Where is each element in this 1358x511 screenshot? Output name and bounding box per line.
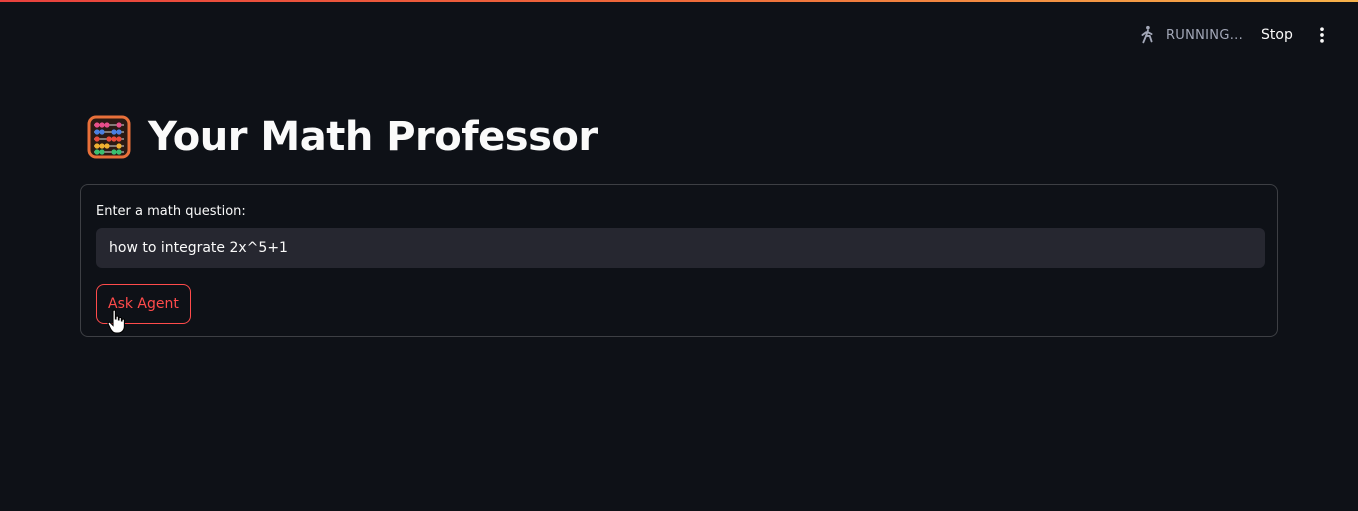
running-status: RUNNING...: [1136, 24, 1243, 46]
question-input[interactable]: [96, 228, 1265, 268]
stop-button[interactable]: Stop: [1253, 24, 1301, 46]
hand-pointer-icon: [107, 309, 125, 334]
status-text: RUNNING...: [1165, 27, 1243, 43]
vertical-ellipsis-icon: [1320, 27, 1324, 43]
page-header: Your Math Professor: [86, 114, 598, 160]
top-status-bar: [0, 0, 1358, 2]
page-title: Your Math Professor: [148, 114, 598, 160]
main-menu-button[interactable]: [1311, 24, 1333, 46]
question-label: Enter a math question:: [96, 204, 246, 219]
running-person-icon: [1141, 25, 1153, 44]
abacus-icon: [87, 115, 131, 159]
question-form: Enter a math question: Ask Agent: [80, 184, 1278, 337]
